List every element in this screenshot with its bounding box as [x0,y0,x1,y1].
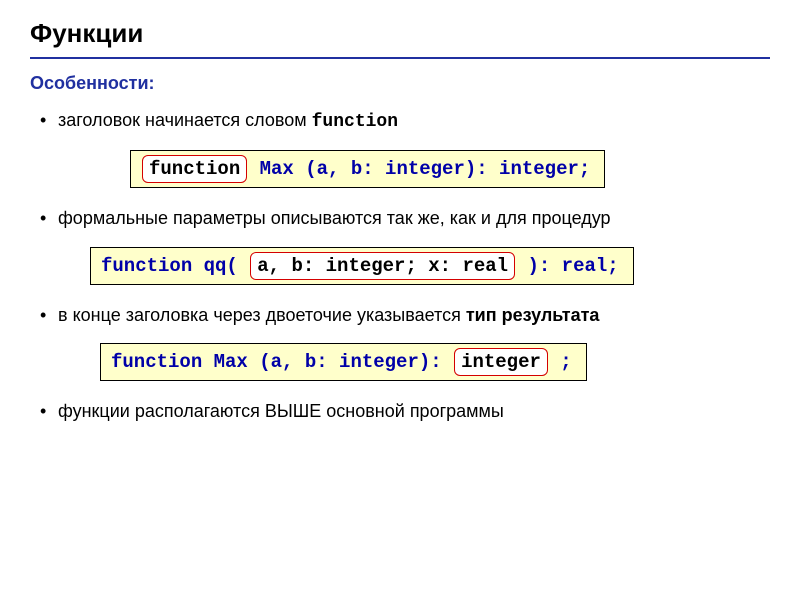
feature-list-cont3: функции располагаются ВЫШЕ основной прог… [30,399,770,423]
bullet-4: функции располагаются ВЫШЕ основной прог… [58,399,770,423]
bullet-4-pre: функции располагаются [58,401,265,421]
slide-title: Функции [30,18,770,59]
bullet-2-text: формальные параметры описываются так же,… [58,208,611,228]
section-subtitle: Особенности: [30,73,770,94]
code-example-1: function Max (a, b: integer): integer; [130,150,605,188]
code2-post: ): real; [516,255,619,277]
feature-list-cont2: в конце заголовка через двоеточие указыв… [30,303,770,327]
bullet-1-text: заголовок начинается словом [58,110,312,130]
code3-post: ; [549,351,572,373]
code1-rest: Max (a, b: integer): integer; [248,158,590,180]
code3-pre: function Max (a, b: integer): [111,351,453,373]
bullet-2: формальные параметры описываются так же,… [58,206,770,230]
code2-highlight: a, b: integer; x: real [250,252,515,280]
bullet-3: в конце заголовка через двоеточие указыв… [58,303,770,327]
bullet-4-caps: ВЫШЕ [265,401,321,421]
bullet-1-keyword: function [312,112,398,132]
code1-highlight: function [142,155,247,183]
feature-list-cont1: формальные параметры описываются так же,… [30,206,770,230]
bullet-3-bold: тип результата [466,305,600,325]
code2-pre: function qq( [101,255,249,277]
bullet-3-pre: в конце заголовка через двоеточие указыв… [58,305,466,325]
code-example-3: function Max (a, b: integer): integer ; [100,343,587,381]
bullet-4-post: основной программы [321,401,504,421]
code-example-2: function qq( a, b: integer; x: real ): r… [90,247,634,285]
bullet-1: заголовок начинается словом function [58,108,770,134]
feature-list: заголовок начинается словом function [30,108,770,134]
code3-highlight: integer [454,348,548,376]
